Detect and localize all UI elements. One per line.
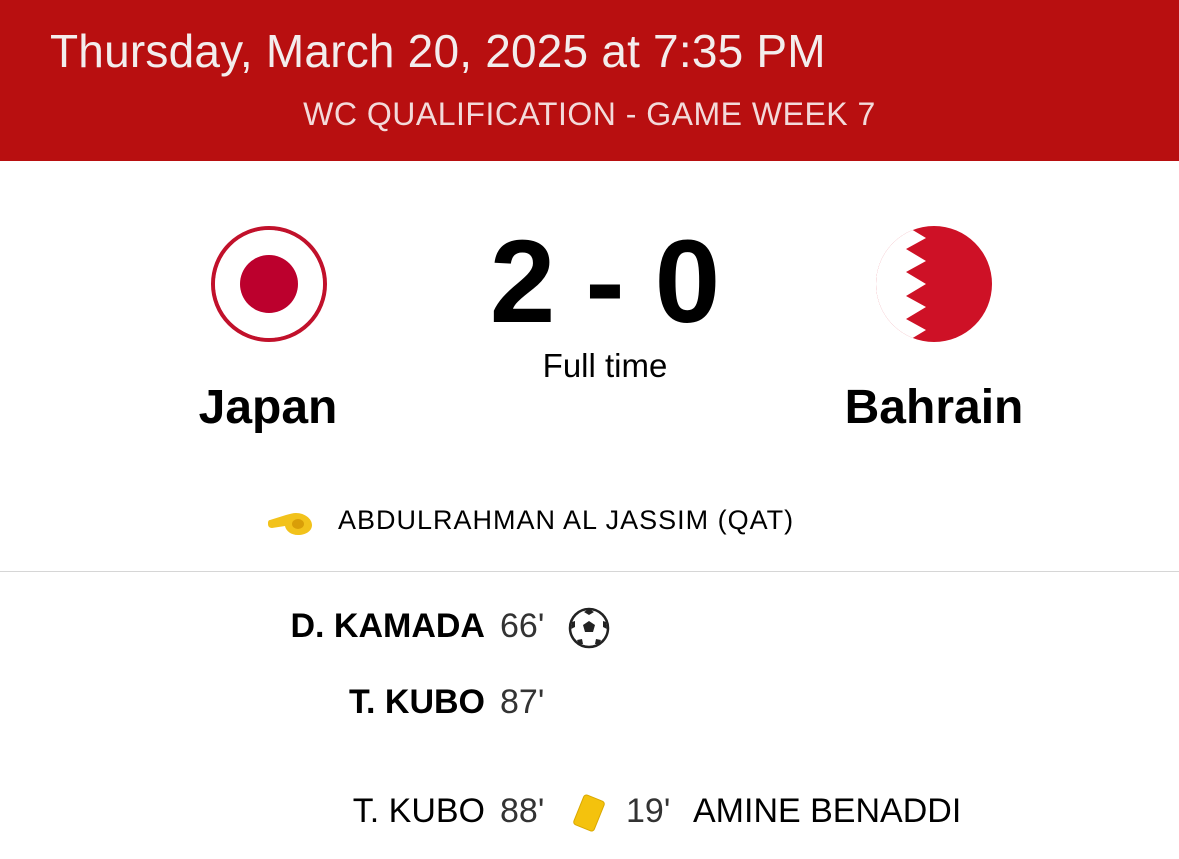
match-header: Thursday, March 20, 2025 at 7:35 PM WC Q… bbox=[0, 0, 1179, 161]
event-row[interactable]: T. KUBO 87' bbox=[0, 683, 1179, 725]
event-minute: 66' bbox=[500, 607, 545, 645]
home-team-name[interactable]: Japan bbox=[168, 380, 368, 435]
competition-label: WC QUALIFICATION - GAME WEEK 7 bbox=[303, 96, 876, 132]
event-minute: 88' bbox=[500, 792, 545, 830]
event-minute: 87' bbox=[500, 683, 545, 721]
soccer-ball-icon bbox=[568, 607, 610, 649]
away-event-player: AMINE BENADDI bbox=[693, 792, 962, 830]
match-detail-page: Thursday, March 20, 2025 at 7:35 PM WC Q… bbox=[0, 0, 1179, 859]
match-status: Full time bbox=[542, 347, 668, 384]
event-player: T. KUBO bbox=[352, 792, 485, 830]
home-score: 2 bbox=[489, 216, 556, 348]
yellow-card-icon bbox=[573, 794, 605, 832]
event-player: D. KAMADA bbox=[290, 607, 485, 645]
away-event-minute: 19' bbox=[626, 792, 671, 830]
referee-name[interactable]: ABDULRAHMAN AL JASSIM (QAT) bbox=[338, 505, 794, 536]
japan-flag-icon[interactable] bbox=[211, 226, 327, 342]
score-display: 2-0 bbox=[440, 222, 770, 342]
away-score: 0 bbox=[654, 216, 721, 348]
match-date-time: Thursday, March 20, 2025 at 7:35 PM bbox=[50, 25, 826, 77]
section-divider bbox=[0, 571, 1179, 572]
bahrain-flag-icon[interactable] bbox=[876, 226, 992, 342]
whistle-icon bbox=[268, 513, 312, 535]
away-team-name[interactable]: Bahrain bbox=[834, 380, 1034, 435]
event-player: T. KUBO bbox=[349, 683, 485, 721]
score-separator: - bbox=[585, 216, 625, 348]
